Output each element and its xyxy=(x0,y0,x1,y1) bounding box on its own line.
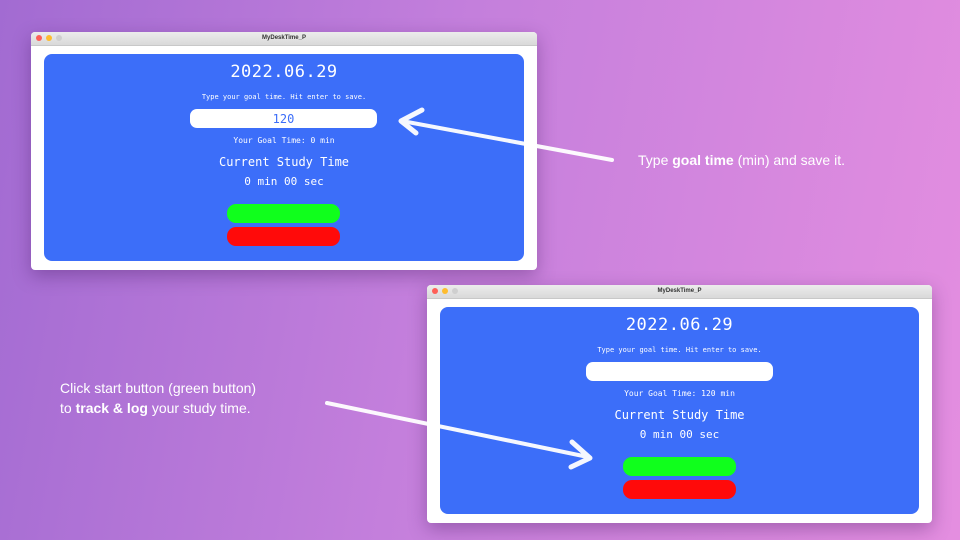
caption-goal-time: Type goal time (min) and save it. xyxy=(638,152,845,168)
caption-start-button: Click start button (green button) to tra… xyxy=(60,378,256,418)
arrow-to-start-button xyxy=(325,401,590,459)
arrow-to-goal-input xyxy=(400,119,614,162)
caption-line-2: to track & log your study time. xyxy=(60,400,251,416)
annotation-arrows xyxy=(325,107,614,470)
caption-line-1: Click start button (green button) xyxy=(60,380,257,396)
